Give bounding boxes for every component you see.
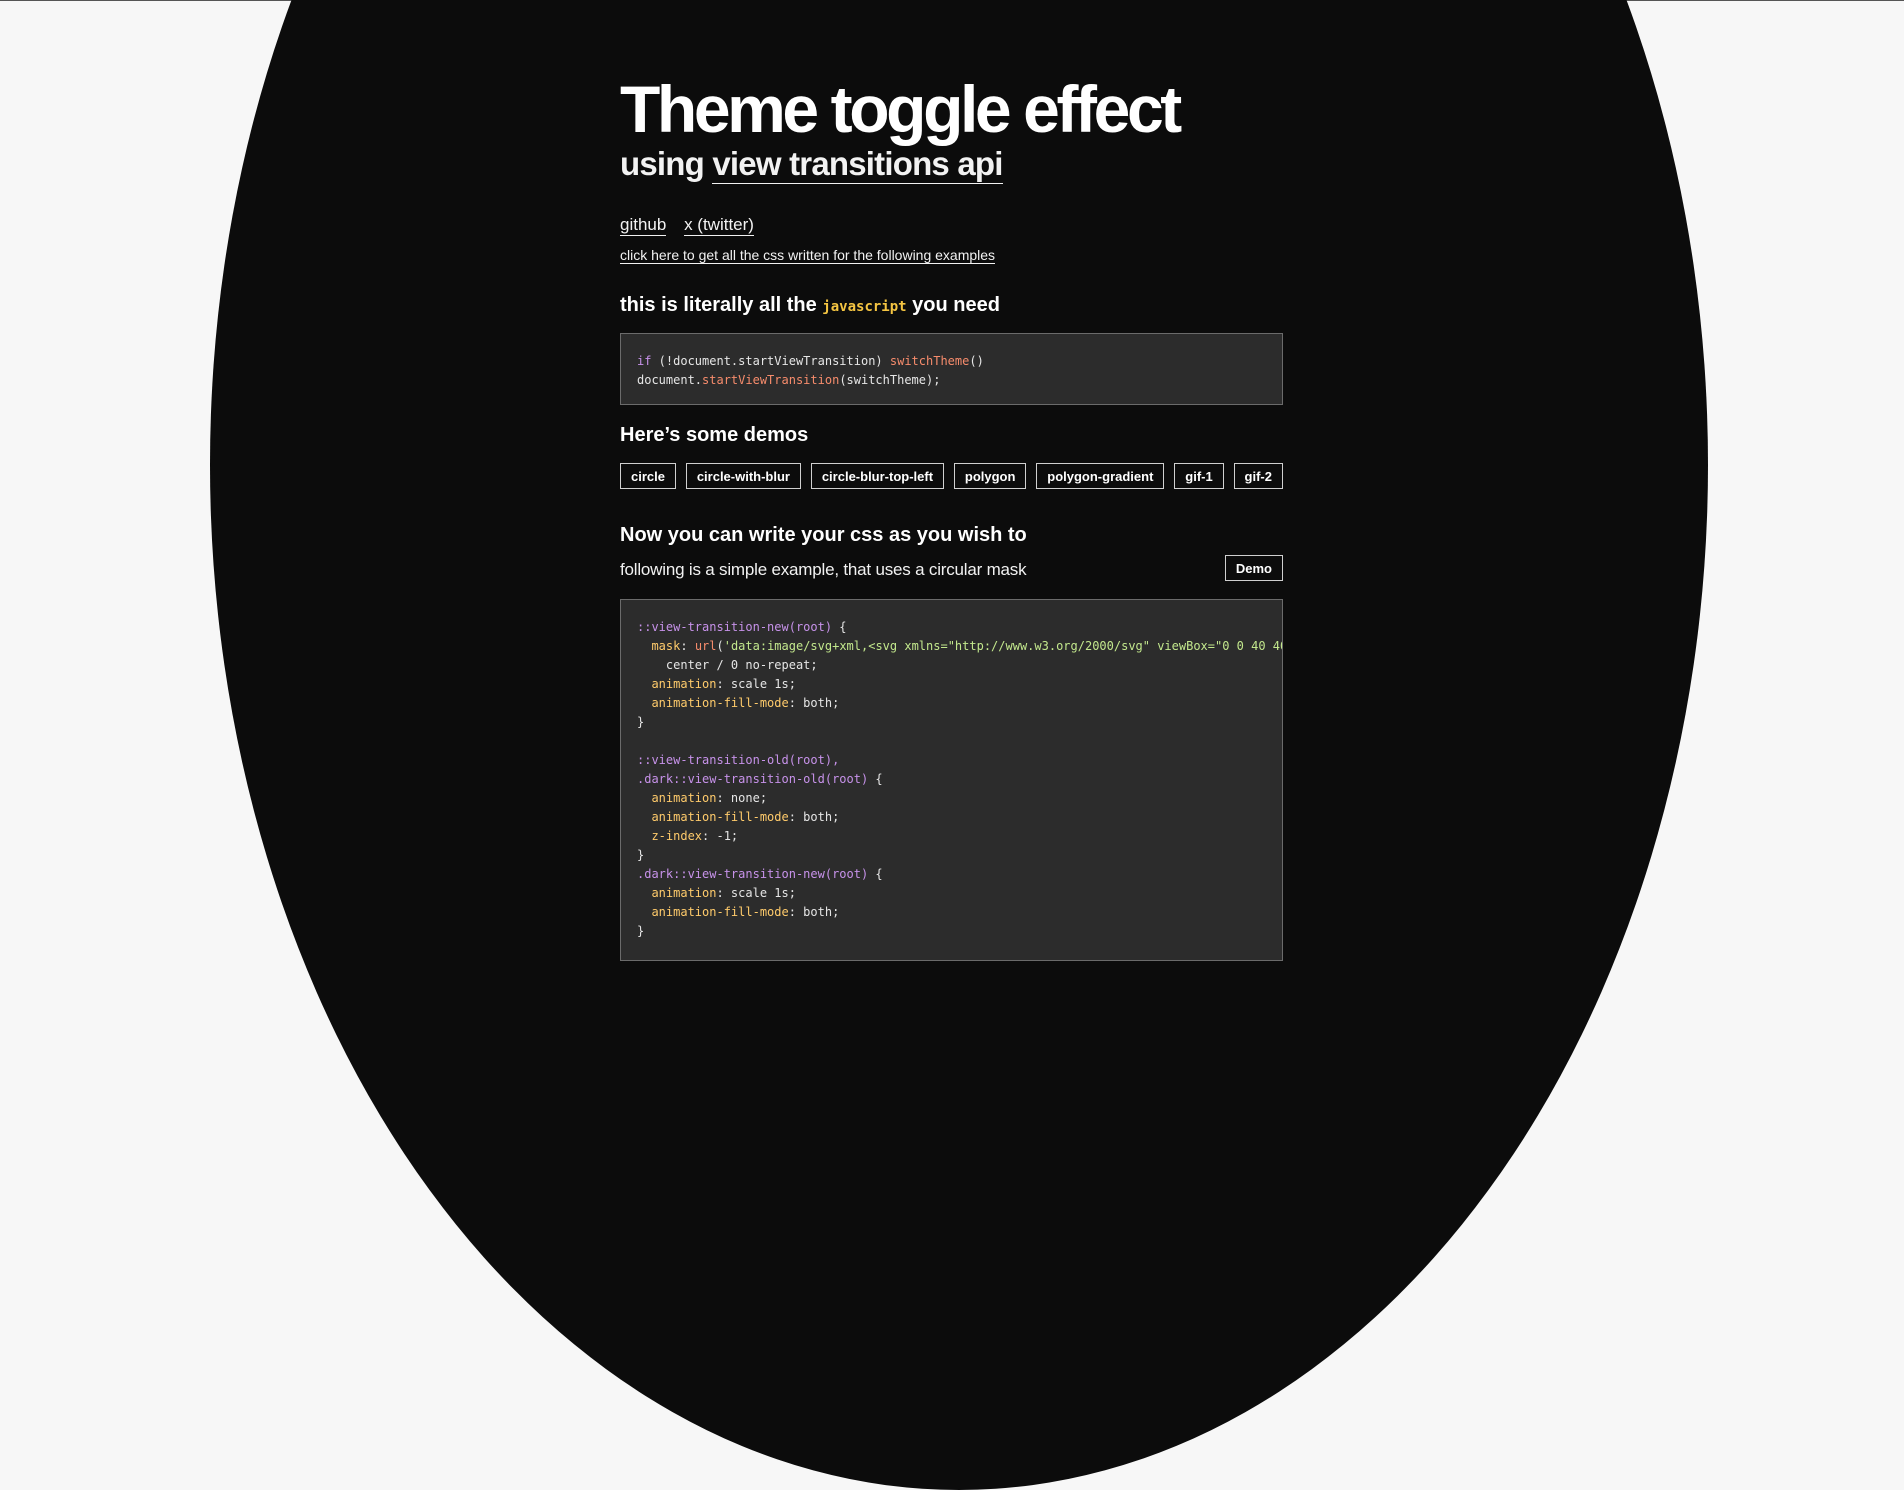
view-transitions-api-link[interactable]: view transitions api [712, 145, 1003, 184]
demo-circle-with-blur-button[interactable]: circle-with-blur [685, 463, 801, 489]
demo-button[interactable]: Demo [1224, 555, 1283, 581]
page-subtitle: using view transitions api [620, 145, 1003, 184]
demos-heading: Here’s some demos [620, 424, 809, 446]
demo-circle-blur-top-left-button[interactable]: circle-blur-top-left [810, 463, 945, 489]
javascript-inline-code: javascript [822, 299, 907, 315]
subtitle-prefix: using [620, 145, 713, 182]
javascript-heading-suffix: you need [906, 294, 1000, 316]
css-heading: Now you can write your css as you wish t… [620, 524, 1027, 546]
demo-circle-button[interactable]: circle [620, 463, 676, 489]
twitter-link[interactable]: x (twitter) [684, 215, 754, 236]
social-links: github x (twitter) [620, 215, 767, 236]
demo-buttons: circle circle-with-blur circle-blur-top-… [620, 463, 1283, 489]
page-title: Theme toggle effect [620, 72, 1182, 146]
demo-gif-1-button[interactable]: gif-1 [1174, 463, 1224, 489]
demo-polygon-gradient-button[interactable]: polygon-gradient [1036, 463, 1165, 489]
css-description: following is a simple example, that uses… [620, 560, 1027, 579]
demo-polygon-button[interactable]: polygon [953, 463, 1027, 489]
github-link[interactable]: github [620, 215, 667, 236]
javascript-heading-prefix: this is literally all the [620, 294, 823, 316]
css-code-block: ::view-transition-new(root) { mask: url(… [620, 599, 1283, 961]
demo-gif-2-button[interactable]: gif-2 [1233, 463, 1283, 489]
javascript-code-block: if (!document.startViewTransition) switc… [620, 333, 1283, 405]
get-all-css-link[interactable]: click here to get all the css written fo… [620, 247, 996, 265]
javascript-heading: this is literally all the javascript you… [620, 295, 1000, 315]
